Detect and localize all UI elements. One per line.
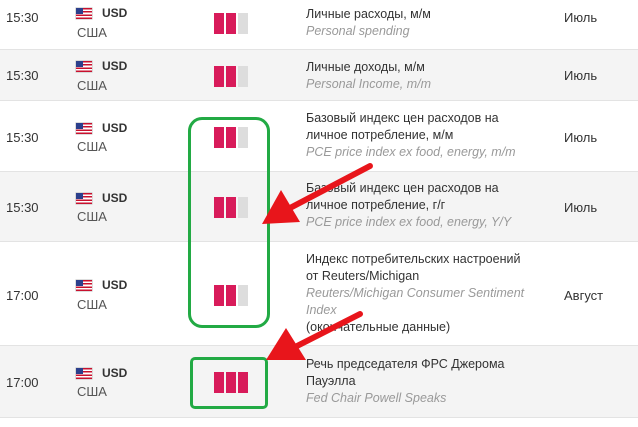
event-title-ru: Индекс потребительских настроений от Reu… bbox=[306, 252, 521, 283]
highlight-box-impact bbox=[188, 117, 270, 328]
event-title-ru: Базовый индекс цен расходов на личное по… bbox=[306, 181, 499, 212]
currency-code: USD bbox=[102, 6, 128, 20]
event-time: 15:30 bbox=[6, 200, 39, 215]
impact-indicator bbox=[214, 66, 248, 87]
event-time: 15:30 bbox=[6, 130, 39, 145]
event-title-ru: Личные доходы, м/м bbox=[306, 60, 425, 74]
event-row[interactable]: 17:00 USD США Индекс потребительских нас… bbox=[0, 242, 638, 346]
event-title[interactable]: Речь председателя ФРС Джерома Пауэлла Fe… bbox=[306, 356, 536, 407]
event-time: 17:00 bbox=[6, 288, 39, 303]
impact-indicator bbox=[214, 13, 248, 34]
event-title[interactable]: Личные доходы, м/м Personal Income, m/m bbox=[306, 59, 536, 93]
event-title-en: PCE price index ex food, energy, m/m bbox=[306, 145, 516, 159]
event-period: Июль bbox=[564, 68, 598, 83]
currency-code: USD bbox=[102, 366, 128, 380]
event-title[interactable]: Базовый индекс цен расходов на личное по… bbox=[306, 180, 536, 231]
event-title-en: Reuters/Michigan Consumer Sentiment Inde… bbox=[306, 286, 525, 317]
event-title-ru: Базовый индекс цен расходов на личное по… bbox=[306, 111, 499, 142]
country-name: США bbox=[77, 25, 107, 40]
country-name: США bbox=[77, 384, 107, 399]
event-title-en: Personal spending bbox=[306, 24, 410, 38]
us-flag-icon bbox=[76, 280, 92, 291]
us-flag-icon bbox=[76, 61, 92, 72]
event-period: Июль bbox=[564, 200, 598, 215]
event-time: 15:30 bbox=[6, 68, 39, 83]
us-flag-icon bbox=[76, 368, 92, 379]
country-name: США bbox=[77, 297, 107, 312]
event-row[interactable]: 15:30 USD США Базовый индекс цен расходо… bbox=[0, 101, 638, 172]
currency-code: USD bbox=[102, 59, 128, 73]
event-period: Июль bbox=[564, 130, 598, 145]
event-period: Июль bbox=[564, 10, 598, 25]
currency-code: USD bbox=[102, 121, 128, 135]
event-title[interactable]: Базовый индекс цен расходов на личное по… bbox=[306, 110, 536, 161]
highlight-box-impact-powell bbox=[190, 357, 268, 409]
event-time: 17:00 bbox=[6, 375, 39, 390]
event-title[interactable]: Индекс потребительских настроений от Reu… bbox=[306, 251, 536, 336]
event-title-en: Personal Income, m/m bbox=[306, 77, 432, 91]
event-title-ru: Личные расходы, м/м bbox=[306, 7, 431, 21]
event-title-en: Fed Chair Powell Speaks bbox=[306, 391, 447, 405]
event-title-en: PCE price index ex food, energy, Y/Y bbox=[306, 215, 512, 229]
event-row[interactable]: 15:30 USD США Базовый индекс цен расходо… bbox=[0, 172, 638, 242]
us-flag-icon bbox=[76, 8, 92, 19]
event-title-note: (окончательные данные) bbox=[306, 320, 451, 334]
event-period: Август bbox=[564, 288, 604, 303]
event-title-ru: Речь председателя ФРС Джерома Пауэлла bbox=[306, 357, 505, 388]
us-flag-icon bbox=[76, 123, 92, 134]
event-time: 15:30 bbox=[6, 10, 39, 25]
country-name: США bbox=[77, 139, 107, 154]
country-name: США bbox=[77, 78, 107, 93]
currency-code: USD bbox=[102, 191, 128, 205]
us-flag-icon bbox=[76, 193, 92, 204]
country-name: США bbox=[77, 209, 107, 224]
event-row[interactable]: 17:00 USD США Речь председателя ФРС Джер… bbox=[0, 346, 638, 418]
currency-code: USD bbox=[102, 278, 128, 292]
event-title[interactable]: Личные расходы, м/м Personal spending bbox=[306, 6, 536, 40]
event-row[interactable]: 15:30 USD США Личные доходы, м/м Persona… bbox=[0, 50, 638, 101]
event-row[interactable]: 15:30 USD США Личные расходы, м/м Person… bbox=[0, 0, 638, 50]
